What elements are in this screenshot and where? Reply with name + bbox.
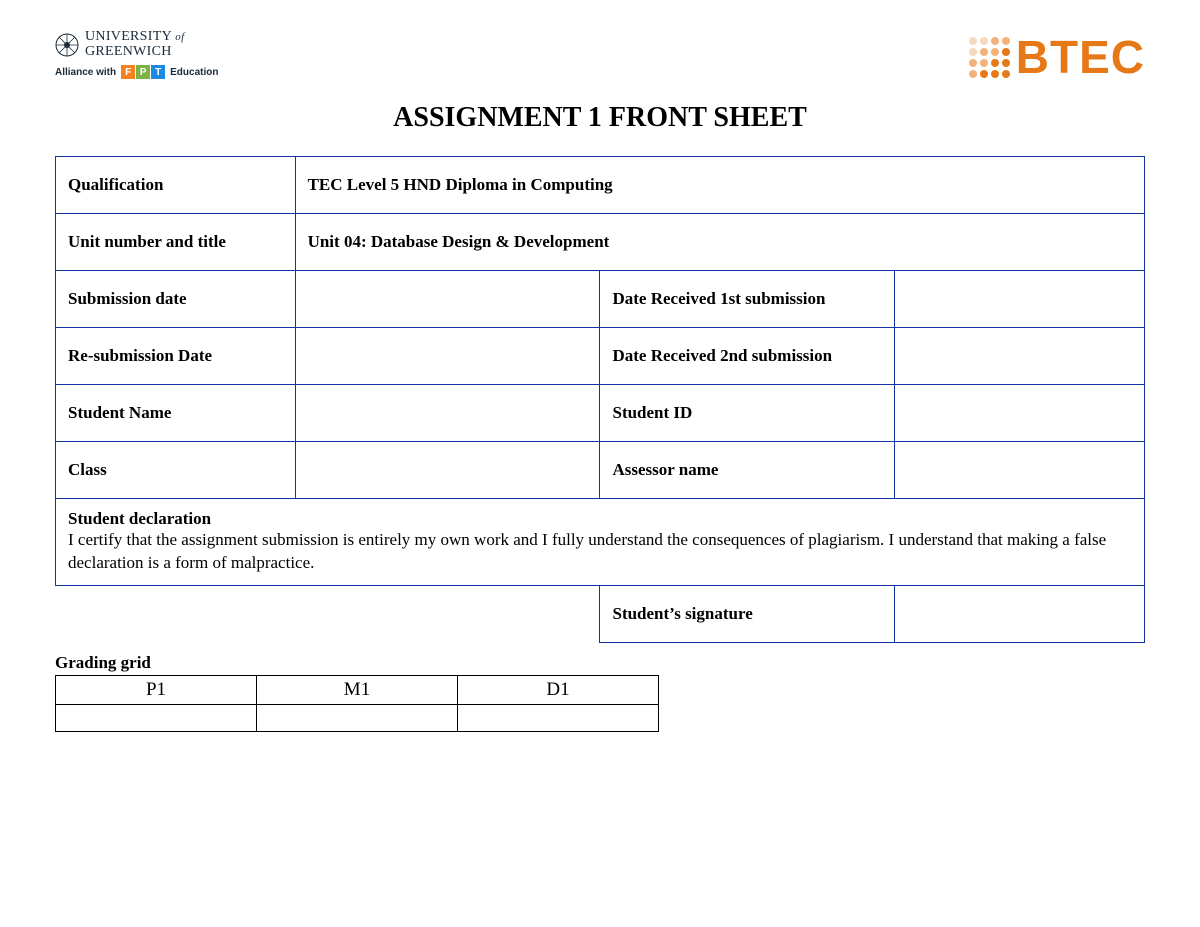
grading-value-d1[interactable] [458,704,659,731]
unit-value: Unit 04: Database Design & Development [295,214,1144,271]
row-unit: Unit number and title Unit 04: Database … [56,214,1145,271]
student-id-value[interactable] [894,385,1145,442]
greenwich-line2: GREENWICH [85,45,184,60]
front-sheet-page: UNIVERSITY of GREENWICH Alliance with F … [0,0,1200,762]
greenwich-line1b: of [175,31,184,43]
date-received-2-label: Date Received 2nd submission [600,328,894,385]
row-class: Class Assessor name [56,442,1145,499]
greenwich-logo-block: UNIVERSITY of GREENWICH Alliance with F … [55,30,218,79]
fpt-f-icon: F [121,65,135,79]
signature-spacer [56,585,600,642]
date-received-2-value[interactable] [894,328,1145,385]
signature-value[interactable] [894,585,1145,642]
row-signature: Student’s signature [56,585,1145,642]
row-declaration: Student declaration I certify that the a… [56,499,1145,586]
date-received-1-value[interactable] [894,271,1145,328]
page-title: ASSIGNMENT 1 FRONT SHEET [55,102,1145,134]
resubmission-date-label: Re-submission Date [56,328,296,385]
front-sheet-form: Qualification TEC Level 5 HND Diploma in… [55,156,1145,643]
grading-grid-title: Grading grid [55,653,1145,673]
qualification-label: Qualification [56,157,296,214]
fpt-p-icon: P [136,65,150,79]
grading-value-m1[interactable] [257,704,458,731]
header: UNIVERSITY of GREENWICH Alliance with F … [55,30,1145,84]
row-qualification: Qualification TEC Level 5 HND Diploma in… [56,157,1145,214]
alliance-suffix: Education [170,67,218,78]
grading-header-p1: P1 [56,675,257,704]
fpt-t-icon: T [151,65,165,79]
alliance-prefix: Alliance with [55,67,116,78]
submission-date-value[interactable] [295,271,600,328]
student-name-label: Student Name [56,385,296,442]
date-received-1-label: Date Received 1st submission [600,271,894,328]
btec-text: BTEC [1016,30,1145,84]
submission-date-label: Submission date [56,271,296,328]
greenwich-seal-icon [55,33,79,57]
greenwich-logo: UNIVERSITY of GREENWICH [55,30,218,59]
grading-value-row [56,704,659,731]
btec-logo: BTEC [969,30,1145,84]
fpt-logo: F P T [121,65,165,79]
btec-dots-icon [969,37,1010,78]
assessor-name-value[interactable] [894,442,1145,499]
greenwich-text: UNIVERSITY of GREENWICH [85,30,184,59]
row-student-name: Student Name Student ID [56,385,1145,442]
signature-label: Student’s signature [600,585,894,642]
row-submission-date: Submission date Date Received 1st submis… [56,271,1145,328]
alliance-row: Alliance with F P T Education [55,65,218,79]
grading-grid: P1 M1 D1 [55,675,659,732]
grading-header-d1: D1 [458,675,659,704]
greenwich-line1a: UNIVERSITY [85,29,171,44]
declaration-cell: Student declaration I certify that the a… [56,499,1145,586]
grading-header-m1: M1 [257,675,458,704]
student-id-label: Student ID [600,385,894,442]
qualification-value: TEC Level 5 HND Diploma in Computing [295,157,1144,214]
declaration-title: Student declaration [68,509,1132,529]
student-name-value[interactable] [295,385,600,442]
class-value[interactable] [295,442,600,499]
assessor-name-label: Assessor name [600,442,894,499]
class-label: Class [56,442,296,499]
grading-header-row: P1 M1 D1 [56,675,659,704]
resubmission-date-value[interactable] [295,328,600,385]
row-resubmission-date: Re-submission Date Date Received 2nd sub… [56,328,1145,385]
unit-label: Unit number and title [56,214,296,271]
grading-value-p1[interactable] [56,704,257,731]
declaration-body: I certify that the assignment submission… [68,529,1132,575]
